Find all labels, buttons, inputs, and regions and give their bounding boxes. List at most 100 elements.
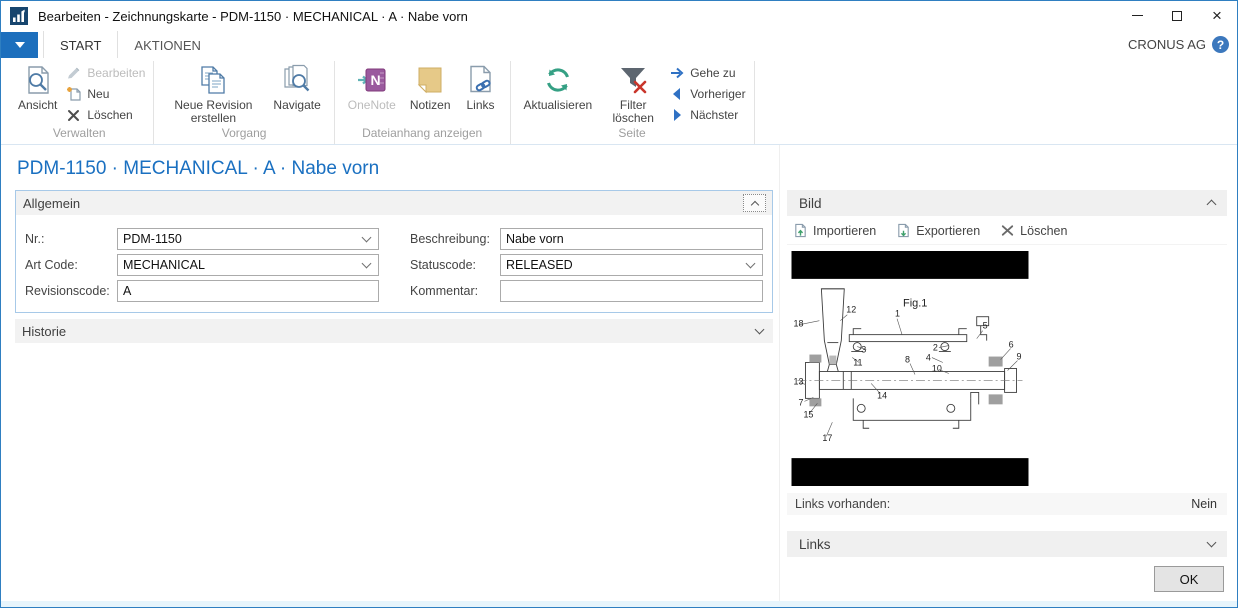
chevron-down-icon [755, 325, 765, 335]
art-code-label: Art Code: [25, 258, 117, 272]
ribbon-group-seite: Aktualisieren Filter löschen Gehe zu [511, 61, 755, 144]
vorheriger-button[interactable]: Vorheriger [669, 86, 745, 102]
allgemein-header-label: Allgemein [23, 196, 80, 211]
importieren-button[interactable]: Importieren [793, 223, 876, 238]
svg-text:10: 10 [932, 363, 942, 373]
application-menu-button[interactable] [1, 32, 38, 58]
aktualisieren-label: Aktualisieren [524, 99, 593, 112]
statuscode-dropdown-chevron-icon[interactable] [746, 259, 756, 269]
window-bottom-border [1, 601, 1237, 607]
ansicht-label: Ansicht [18, 99, 57, 112]
links-vorhanden-label: Links vorhanden: [795, 497, 890, 511]
field-row-art-code: Art Code: [25, 254, 379, 276]
svg-text:8: 8 [905, 355, 910, 365]
factbox-links-header[interactable]: Links [787, 531, 1227, 557]
svg-text:2: 2 [933, 343, 938, 353]
maximize-icon [1172, 11, 1182, 21]
exportieren-button[interactable]: Exportieren [896, 223, 980, 238]
svg-text:14: 14 [877, 390, 887, 400]
bild-header-label: Bild [799, 196, 822, 211]
ribbon-group-verwalten: Ansicht Bearbeiten [5, 61, 154, 144]
naechster-button[interactable]: Nächster [669, 107, 745, 123]
export-image-icon [896, 223, 911, 238]
help-icon[interactable]: ? [1212, 36, 1229, 53]
seite-small-buttons: Gehe zu Vorheriger Nächster [669, 61, 745, 124]
svg-text:5: 5 [983, 321, 988, 331]
kommentar-field-box [500, 280, 763, 302]
tab-aktionen[interactable]: AKTIONEN [118, 31, 216, 58]
drawing-image: Fig.1 [791, 251, 1029, 486]
pencil-icon [66, 65, 82, 81]
app-logo-icon [10, 7, 28, 25]
kommentar-label: Kommentar: [410, 284, 500, 298]
delete-x-icon [66, 107, 82, 123]
neu-button[interactable]: Neu [66, 86, 145, 102]
navigate-button[interactable]: Navigate [268, 61, 325, 112]
art-code-input[interactable] [118, 256, 361, 274]
go-to-arrow-icon [669, 65, 685, 81]
kommentar-input[interactable] [501, 282, 762, 300]
svg-text:7: 7 [798, 397, 803, 407]
navigate-documents-icon [281, 64, 313, 96]
verwalten-small-buttons: Bearbeiten Neu [66, 61, 145, 124]
exportieren-label: Exportieren [916, 224, 980, 238]
links-vorhanden-value: Nein [1191, 497, 1217, 511]
svg-text:1: 1 [895, 309, 900, 319]
tabstrip-right: CRONUS AG ? [1128, 31, 1237, 58]
note-icon [414, 64, 446, 96]
clear-filter-icon [617, 64, 649, 96]
ansicht-button[interactable]: Ansicht [13, 61, 62, 112]
factbox-pane: Bild Importieren [787, 190, 1227, 557]
importieren-label: Importieren [813, 224, 876, 238]
revisionscode-field-box [117, 280, 379, 302]
ribbon: Ansicht Bearbeiten [1, 58, 1237, 145]
tab-start[interactable]: START [43, 31, 118, 58]
bild-loeschen-button[interactable]: Löschen [1000, 223, 1067, 238]
factbox-divider [779, 145, 780, 601]
links-button[interactable]: Links [460, 61, 502, 112]
beschreibung-field-box [500, 228, 763, 250]
field-row-beschreibung: Beschreibung: [410, 228, 763, 250]
beschreibung-input[interactable] [501, 230, 762, 248]
allgemein-fields: Nr.: Art Code: Revis [16, 215, 772, 312]
notizen-button[interactable]: Notizen [405, 61, 456, 112]
navigate-label: Navigate [273, 99, 320, 112]
allgemein-collapse-button[interactable] [743, 194, 766, 212]
minimize-icon [1132, 15, 1143, 16]
nr-dropdown-chevron-icon[interactable] [362, 233, 372, 243]
bild-loeschen-label: Löschen [1020, 224, 1067, 238]
application-window: Bearbeiten - Zeichnungskarte - PDM-1150 … [0, 0, 1238, 608]
neue-revision-label: Neue Revision erstellen [167, 99, 259, 126]
revisionscode-input[interactable] [118, 282, 378, 300]
minimize-button[interactable] [1117, 1, 1157, 30]
statuscode-input[interactable] [501, 256, 745, 274]
onenote-button: N OneNote [343, 61, 401, 112]
bearbeiten-button: Bearbeiten [66, 65, 145, 81]
ok-button[interactable]: OK [1154, 566, 1224, 592]
new-document-icon [66, 86, 82, 102]
fasttab-historie-header[interactable]: Historie [15, 319, 773, 343]
onenote-label: OneNote [348, 99, 396, 112]
factbox-bild-header[interactable]: Bild [787, 190, 1227, 216]
fasttab-allgemein-header[interactable]: Allgemein [16, 191, 772, 215]
nr-input[interactable] [118, 230, 361, 248]
loeschen-button[interactable]: Löschen [66, 107, 145, 123]
art-code-dropdown-chevron-icon[interactable] [362, 259, 372, 269]
gehe-zu-button[interactable]: Gehe zu [669, 65, 745, 81]
maximize-button[interactable] [1157, 1, 1197, 30]
aktualisieren-button[interactable]: Aktualisieren [519, 61, 598, 112]
onenote-icon: N [356, 64, 388, 96]
vorheriger-label: Vorheriger [690, 87, 745, 101]
svg-text:N: N [370, 72, 380, 88]
chevron-down-icon [15, 42, 25, 48]
neue-revision-button[interactable]: Neue Revision erstellen [162, 61, 264, 126]
links-vorhanden-row: Links vorhanden: Nein [787, 493, 1227, 515]
revisionscode-label: Revisionscode: [25, 284, 117, 298]
svg-text:4: 4 [926, 353, 931, 363]
ribbon-tabs: START AKTIONEN [43, 31, 217, 58]
svg-text:9: 9 [1017, 352, 1022, 362]
previous-arrow-icon [669, 86, 685, 102]
ribbon-tab-strip: START AKTIONEN CRONUS AG ? [1, 31, 1237, 58]
filter-loeschen-button[interactable]: Filter löschen [601, 61, 665, 126]
close-button[interactable]: × [1197, 1, 1237, 30]
